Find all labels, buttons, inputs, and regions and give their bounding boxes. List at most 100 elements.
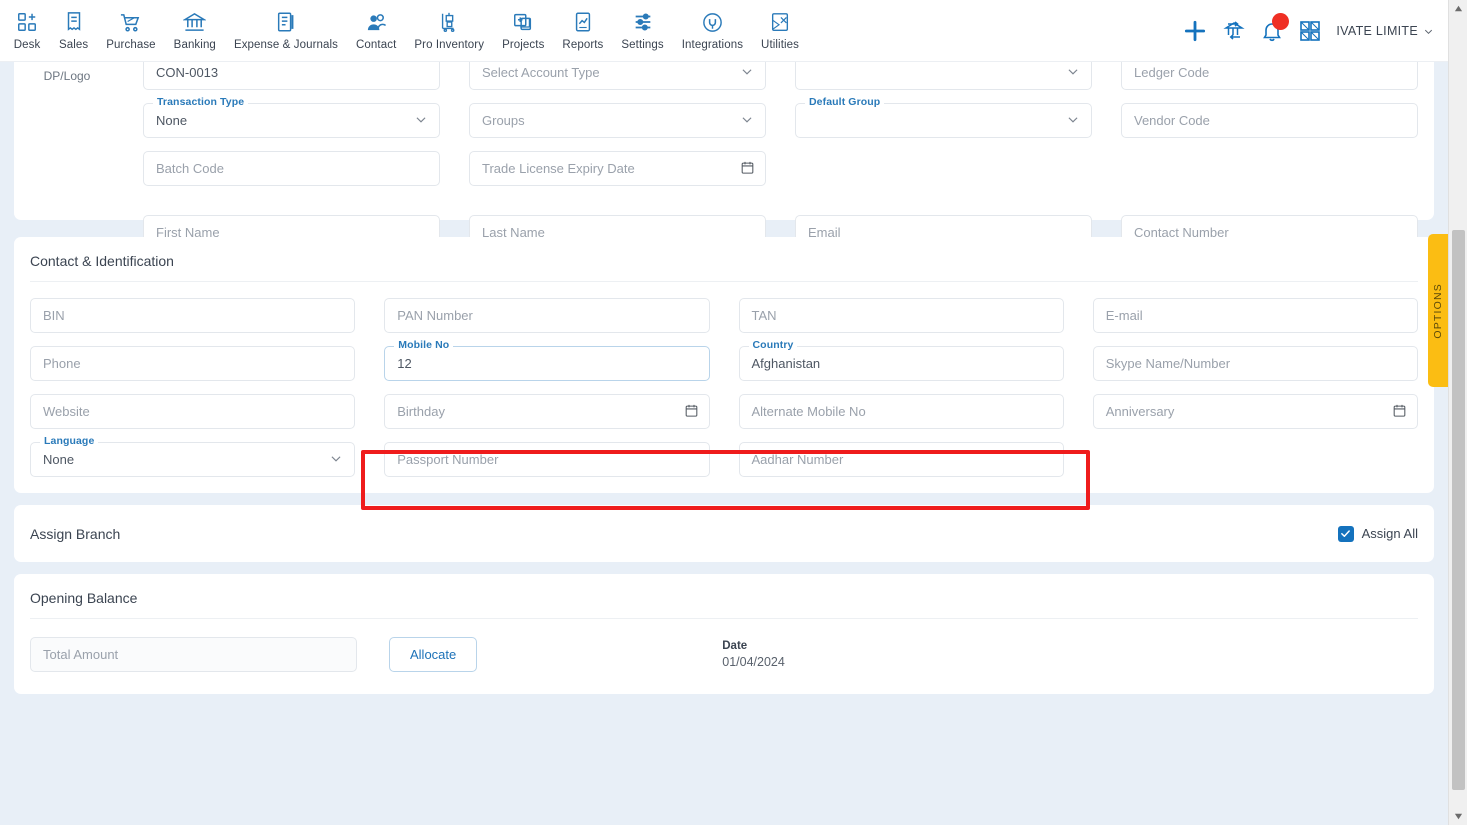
field-tan[interactable]: TAN [738, 298, 1064, 333]
field-batch-code[interactable]: Batch Code [143, 151, 440, 186]
options-side-tab[interactable]: OPTIONS [1428, 234, 1448, 387]
field-value: Batch Code [156, 161, 224, 176]
field-label: Mobile No [394, 339, 454, 351]
vertical-scrollbar[interactable] [1448, 0, 1467, 825]
field-value: Vendor Code [1134, 113, 1210, 128]
assign-all-checkbox[interactable] [1337, 525, 1354, 542]
nav-item-reports[interactable]: Reports [553, 0, 612, 51]
nav-label: Settings [621, 39, 664, 51]
contact-identification-grid: BIN PAN Number TAN E-mail Phone Mobile N… [14, 282, 1434, 493]
section-title-assign-branch: Assign Branch [30, 525, 121, 542]
assign-all-label: Assign All [1361, 526, 1418, 541]
chevron-down-icon [329, 451, 343, 468]
field-label: Transaction Type [153, 96, 249, 108]
nav-item-expense-journals[interactable]: Expense & Journals [225, 0, 347, 51]
field-groups[interactable]: Groups [469, 103, 766, 138]
section-title-opening-balance: Opening Balance [30, 590, 138, 606]
field-value: Aadhar Number [751, 452, 844, 467]
calendar-icon[interactable] [1392, 403, 1407, 421]
nav-items: Desk Sales Purchase Banking Expense & Jo… [0, 0, 808, 51]
field-value: 12 [397, 356, 412, 371]
nav-label: Reports [562, 39, 604, 51]
field-label: Language [40, 435, 99, 447]
date-label: Date [722, 640, 748, 652]
nav-item-integrations[interactable]: Integrations [673, 0, 752, 51]
triangle-down-icon [1454, 813, 1463, 820]
scroll-up-arrow[interactable] [1449, 0, 1467, 17]
field-pan-number[interactable]: PAN Number [384, 298, 710, 333]
grid-apps-icon[interactable] [1298, 19, 1322, 43]
journal-book-icon [275, 8, 297, 36]
field-value: Afghanistan [751, 356, 821, 371]
company-menu[interactable]: IVATE LIMITE [1336, 24, 1434, 38]
field-mobile-no[interactable]: Mobile No 12 [384, 339, 710, 381]
nav-label: Sales [59, 39, 89, 51]
nav-item-pro-inventory[interactable]: Pro Inventory [405, 0, 493, 51]
nav-item-projects[interactable]: Projects [493, 0, 553, 51]
nav-item-banking[interactable]: Banking [165, 0, 225, 51]
scroll-down-arrow[interactable] [1449, 808, 1467, 825]
nav-label: Purchase [106, 39, 156, 51]
field-default-group[interactable]: Default Group [795, 96, 1092, 138]
field-value: TAN [751, 308, 777, 323]
shopping-cart-icon [119, 8, 142, 36]
field-total-amount[interactable]: Total Amount [30, 637, 357, 672]
field-value: Phone [43, 356, 81, 371]
field-label: Country [748, 339, 798, 351]
add-plus-icon[interactable] [1182, 18, 1208, 44]
field-value: Select Account Type [482, 65, 600, 80]
bank-icon [183, 8, 207, 36]
field-contact-code[interactable]: Contact Code CON-0013 [143, 62, 440, 90]
date-value: 01/04/2024 [722, 655, 785, 669]
nav-item-purchase[interactable]: Purchase [97, 0, 164, 51]
field-account-type[interactable]: Select Account Type [469, 62, 766, 90]
company-name-label: IVATE LIMITE [1336, 24, 1418, 38]
field-e-mail[interactable]: E-mail [1092, 298, 1418, 333]
field-value: Alternate Mobile No [751, 404, 866, 419]
bell-icon[interactable] [1260, 13, 1290, 43]
field-label: Default Group [805, 96, 885, 108]
nav-label: Pro Inventory [414, 39, 485, 51]
field-phone[interactable]: Phone [30, 346, 356, 381]
field-vendor-code[interactable]: Vendor Code [1121, 103, 1418, 138]
field-passport-number[interactable]: Passport Number [384, 442, 710, 477]
field-country[interactable]: Country Afghanistan [738, 339, 1064, 381]
calendar-icon[interactable] [684, 403, 699, 421]
field-anniversary[interactable]: Anniversary [1092, 394, 1418, 429]
nav-item-contact[interactable]: Contact [347, 0, 405, 51]
check-icon [1341, 530, 1351, 537]
inventory-cart-icon [438, 8, 460, 36]
allocate-button[interactable]: Allocate [389, 637, 478, 672]
field-trade-license-expiry-date[interactable]: Trade License Expiry Date [469, 151, 766, 186]
field-skype-name-number[interactable]: Skype Name/Number [1092, 346, 1418, 381]
field-website[interactable]: Website [30, 394, 356, 429]
field-ledger-code[interactable]: Ledger Code [1121, 62, 1418, 90]
calendar-icon[interactable] [740, 160, 755, 178]
field-transaction-type[interactable]: Transaction Type None [143, 96, 440, 138]
chevron-down-icon [1066, 64, 1080, 81]
chevron-down-icon [740, 64, 754, 81]
scrollbar-thumb[interactable] [1452, 230, 1465, 790]
field-value: Trade License Expiry Date [482, 161, 635, 176]
chevron-down-icon [740, 112, 754, 129]
nav-item-settings[interactable]: Settings [612, 0, 672, 51]
dashboard-add-icon [16, 8, 38, 36]
field-aadhar-number[interactable]: Aadhar Number [738, 442, 1064, 477]
field-bin[interactable]: BIN [30, 298, 356, 333]
field-alternate-mobile-no[interactable]: Alternate Mobile No [738, 394, 1064, 429]
nav-right-actions: IVATE LIMITE [1182, 0, 1440, 62]
assign-all-control[interactable]: Assign All [1337, 525, 1418, 542]
field-ledger-group[interactable]: Ledger Group [795, 62, 1092, 90]
nav-label: Desk [13, 39, 41, 51]
nav-item-utilities[interactable]: Utilities [752, 0, 808, 51]
field-value: E-mail [1105, 308, 1143, 323]
field-birthday[interactable]: Birthday [384, 394, 710, 429]
field-value: Passport Number [397, 452, 499, 467]
nav-item-sales[interactable]: Sales [50, 0, 97, 51]
nav-label: Integrations [681, 39, 744, 51]
nav-item-desk[interactable]: Desk [4, 0, 50, 51]
field-value: Website [43, 404, 90, 419]
field-language[interactable]: Language None [30, 435, 356, 477]
bank-transfer-icon[interactable] [1222, 19, 1246, 43]
dp-logo-uploader[interactable]: DP/Logo [30, 62, 104, 250]
